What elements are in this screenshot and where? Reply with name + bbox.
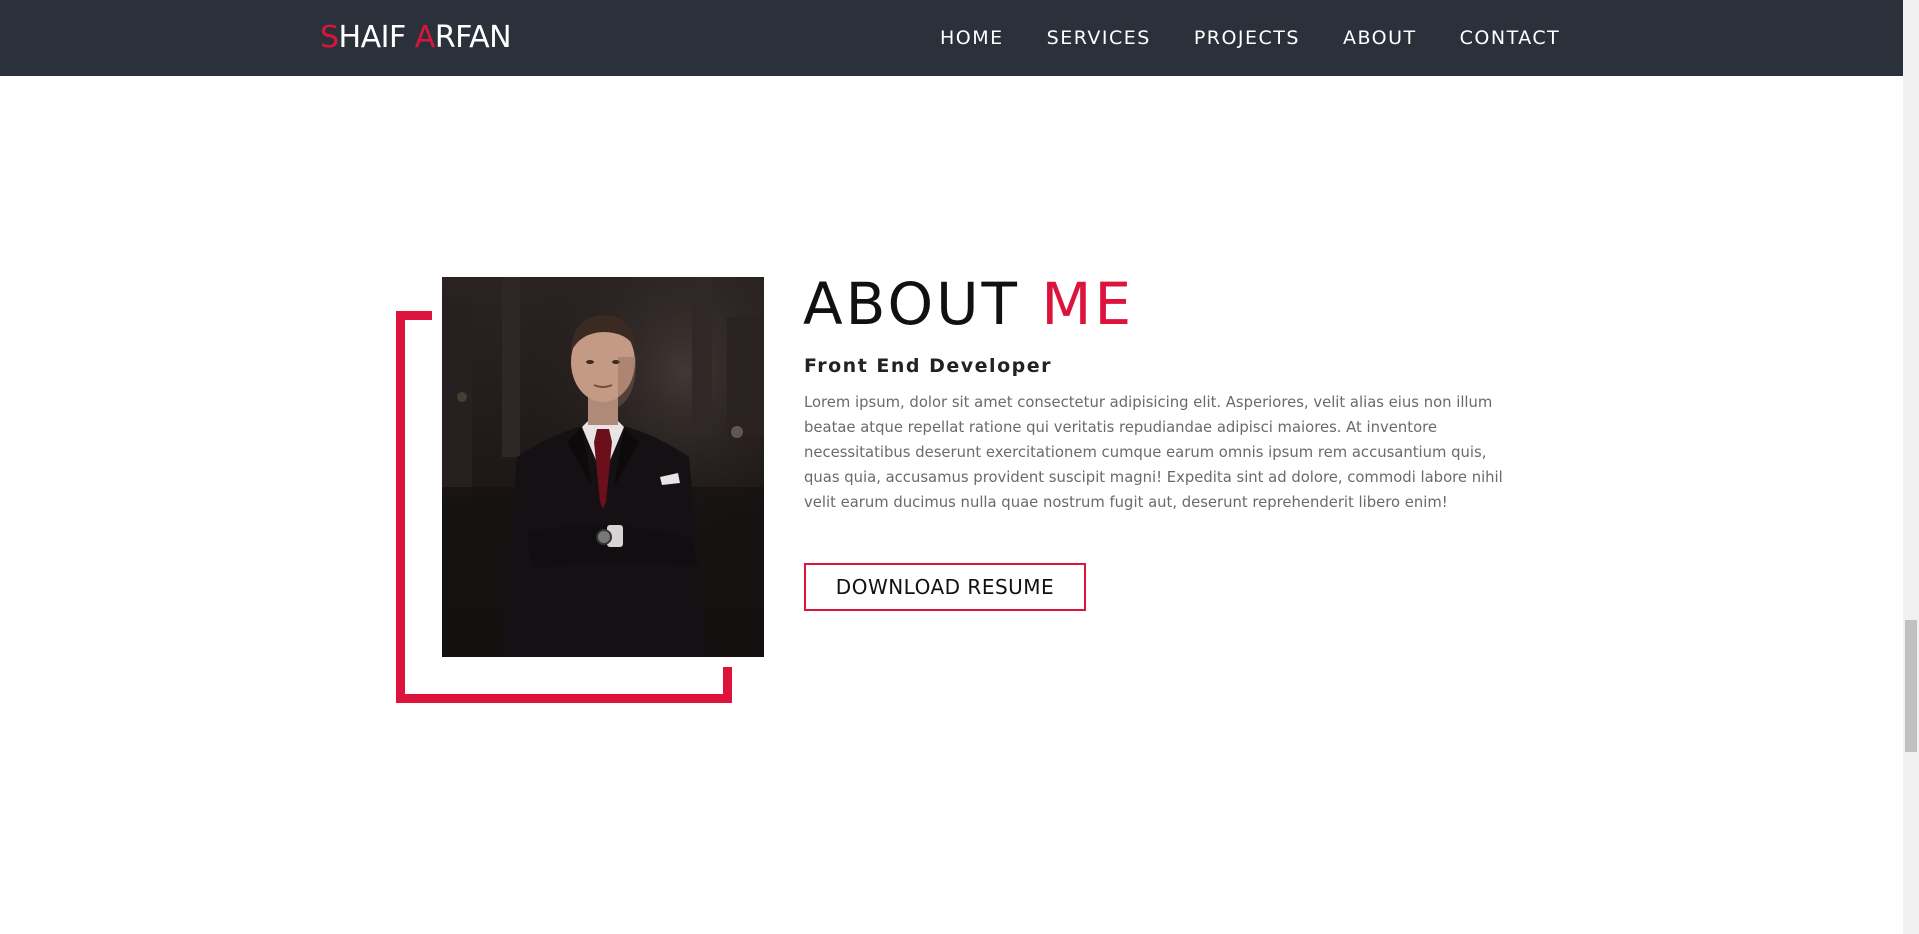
logo-last-rest: RFAN bbox=[434, 20, 512, 55]
about-description: Lorem ipsum, dolor sit amet consectetur … bbox=[804, 394, 1503, 511]
about-title-accent: ME bbox=[1041, 270, 1135, 338]
nav-link-home[interactable]: HOME bbox=[940, 27, 1004, 49]
frame-left-bar bbox=[396, 311, 405, 703]
profile-photo-illustration bbox=[442, 277, 764, 657]
site-logo[interactable]: SHAIF ARFAN bbox=[320, 20, 512, 55]
nav-link-about[interactable]: ABOUT bbox=[1343, 27, 1417, 49]
nav-link-services[interactable]: SERVICES bbox=[1047, 27, 1151, 49]
about-title: ABOUT ME bbox=[803, 270, 1134, 338]
vertical-scrollbar[interactable] bbox=[1903, 0, 1919, 934]
nav-link-contact[interactable]: CONTACT bbox=[1460, 27, 1561, 49]
frame-right-bar bbox=[723, 667, 732, 703]
logo-first-initial: S bbox=[320, 20, 339, 55]
profile-photo bbox=[442, 277, 764, 657]
nav-link-projects[interactable]: PROJECTS bbox=[1194, 27, 1300, 49]
frame-top-bar bbox=[396, 311, 432, 320]
page: SHAIF ARFAN HOME SERVICES PROJECTS ABOUT… bbox=[0, 0, 1919, 934]
frame-bottom-bar bbox=[396, 694, 732, 703]
navbar: SHAIF ARFAN HOME SERVICES PROJECTS ABOUT… bbox=[0, 0, 1903, 76]
nav-links: HOME SERVICES PROJECTS ABOUT CONTACT bbox=[940, 0, 1560, 76]
about-title-main: ABOUT bbox=[803, 270, 1042, 338]
about-subtitle: Front End Developer bbox=[804, 355, 1052, 377]
logo-first-rest: HAIF bbox=[338, 20, 415, 55]
logo-last-initial: A bbox=[414, 20, 436, 55]
scrollbar-thumb[interactable] bbox=[1905, 620, 1917, 752]
download-resume-button[interactable]: DOWNLOAD RESUME bbox=[804, 563, 1086, 611]
